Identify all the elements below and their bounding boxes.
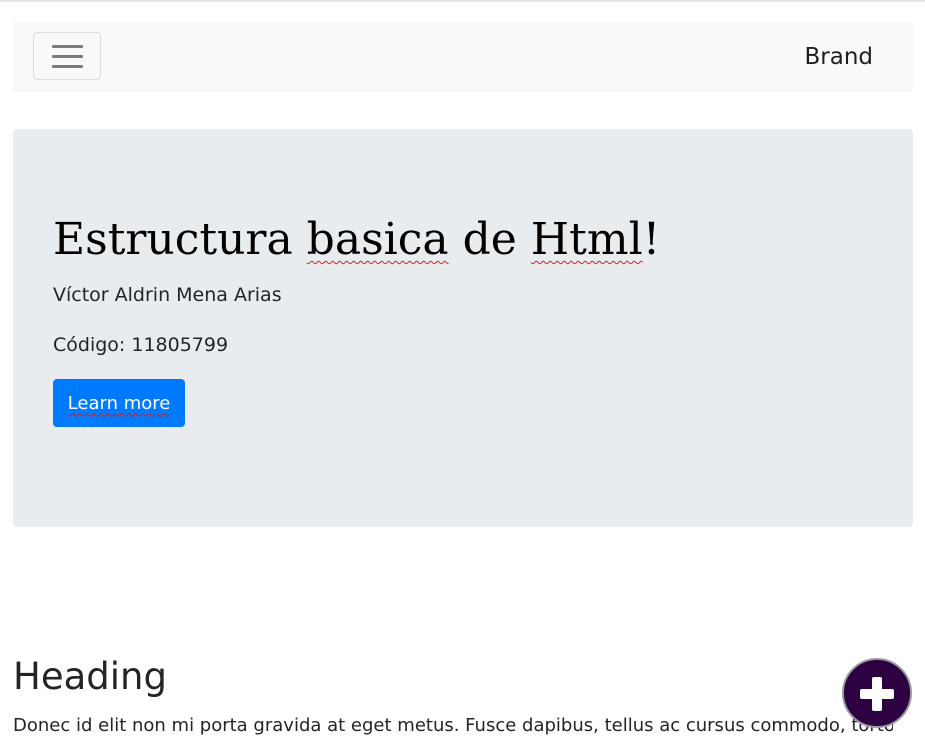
floating-add-button[interactable] bbox=[842, 658, 912, 728]
top-border bbox=[0, 0, 925, 2]
section-paragraph: Donec id elit non mi porta gravida at eg… bbox=[13, 715, 893, 736]
title-part-misspelled: basica bbox=[306, 214, 449, 265]
learn-more-label: Learn more bbox=[67, 392, 171, 414]
title-part: de bbox=[448, 214, 531, 265]
jumbotron-title: Estructura basica de Html! bbox=[53, 212, 660, 268]
title-part: ! bbox=[642, 214, 661, 265]
jumbotron: Estructura basica de Html! Víctor Aldrin… bbox=[13, 129, 913, 527]
student-code: Código: 11805799 bbox=[53, 334, 229, 356]
navbar-toggler-button[interactable] bbox=[33, 32, 101, 80]
author-name: Víctor Aldrin Mena Arias bbox=[53, 284, 282, 306]
learn-more-button[interactable]: Learn more bbox=[53, 379, 185, 427]
title-part: Estructura bbox=[53, 214, 307, 265]
section-heading: Heading bbox=[13, 655, 167, 698]
navbar-brand-link[interactable]: Brand bbox=[804, 44, 873, 70]
navbar: Brand bbox=[13, 22, 913, 92]
title-part-misspelled: Html bbox=[530, 214, 643, 265]
